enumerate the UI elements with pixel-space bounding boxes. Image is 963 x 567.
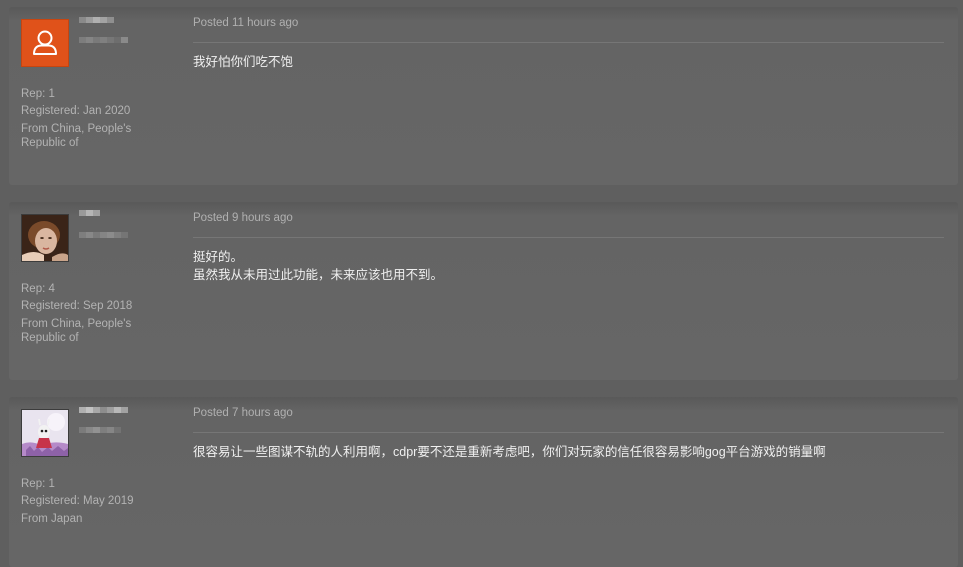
user-location: From Japan	[21, 513, 83, 525]
post-text-line: 虽然我从未用过此功能，未来应该也用不到。	[193, 268, 444, 282]
username-blurred[interactable]	[79, 210, 100, 216]
knight-illustration-icon	[22, 410, 68, 456]
user-registered: Registered: Sep 2018	[21, 300, 133, 312]
post-timestamp: Posted 11 hours ago	[193, 17, 299, 29]
post-text-line: 挺好的。	[193, 250, 244, 264]
user-registered: Registered: May 2019	[21, 495, 134, 507]
post-text-line: 我好怕你们吃不饱	[193, 55, 294, 69]
user-title-blurred	[79, 427, 121, 433]
forum-post: Rep: 1 Registered: May 2019 From Japan P…	[9, 397, 958, 567]
user-title-blurred	[79, 37, 128, 43]
user-registered: Registered: Jan 2020	[21, 105, 131, 117]
forum-post: Rep: 1 Registered: Jan 2020 From China, …	[9, 7, 958, 185]
post-timestamp: Posted 7 hours ago	[193, 407, 293, 419]
post-body: 我好怕你们吃不饱	[193, 53, 293, 71]
post-text-line: 很容易让一些图谋不轨的人利用啊，cdpr要不还是重新考虑吧，你们对玩家的信任很容…	[193, 445, 826, 459]
user-meta: Rep: 1 Registered: May 2019 From Japan	[21, 476, 161, 526]
user-avatar[interactable]	[21, 214, 69, 262]
username-blurred[interactable]	[79, 407, 128, 413]
user-meta: Rep: 1 Registered: Jan 2020 From China, …	[21, 86, 161, 150]
post-body: 挺好的。 虽然我从未用过此功能，未来应该也用不到。	[193, 248, 443, 284]
user-rep: Rep: 4	[21, 283, 55, 295]
forum-thread: Rep: 1 Registered: Jan 2020 From China, …	[0, 0, 963, 567]
post-divider	[193, 432, 944, 433]
user-avatar[interactable]	[21, 409, 69, 457]
user-location: From China, People's Republic of	[21, 123, 132, 149]
forum-post: Rep: 4 Registered: Sep 2018 From China, …	[9, 202, 958, 380]
user-rep: Rep: 1	[21, 88, 55, 100]
username-blurred[interactable]	[79, 17, 114, 23]
post-timestamp: Posted 9 hours ago	[193, 212, 293, 224]
user-location: From China, People's Republic of	[21, 318, 132, 344]
user-title-blurred	[79, 232, 128, 238]
post-divider	[193, 42, 944, 43]
post-body: 很容易让一些图谋不轨的人利用啊，cdpr要不还是重新考虑吧，你们对玩家的信任很容…	[193, 443, 826, 461]
portrait-photo-icon	[22, 215, 68, 261]
user-avatar[interactable]	[21, 19, 69, 67]
post-divider	[193, 237, 944, 238]
user-icon	[33, 30, 57, 55]
user-meta: Rep: 4 Registered: Sep 2018 From China, …	[21, 281, 161, 345]
user-rep: Rep: 1	[21, 478, 55, 490]
